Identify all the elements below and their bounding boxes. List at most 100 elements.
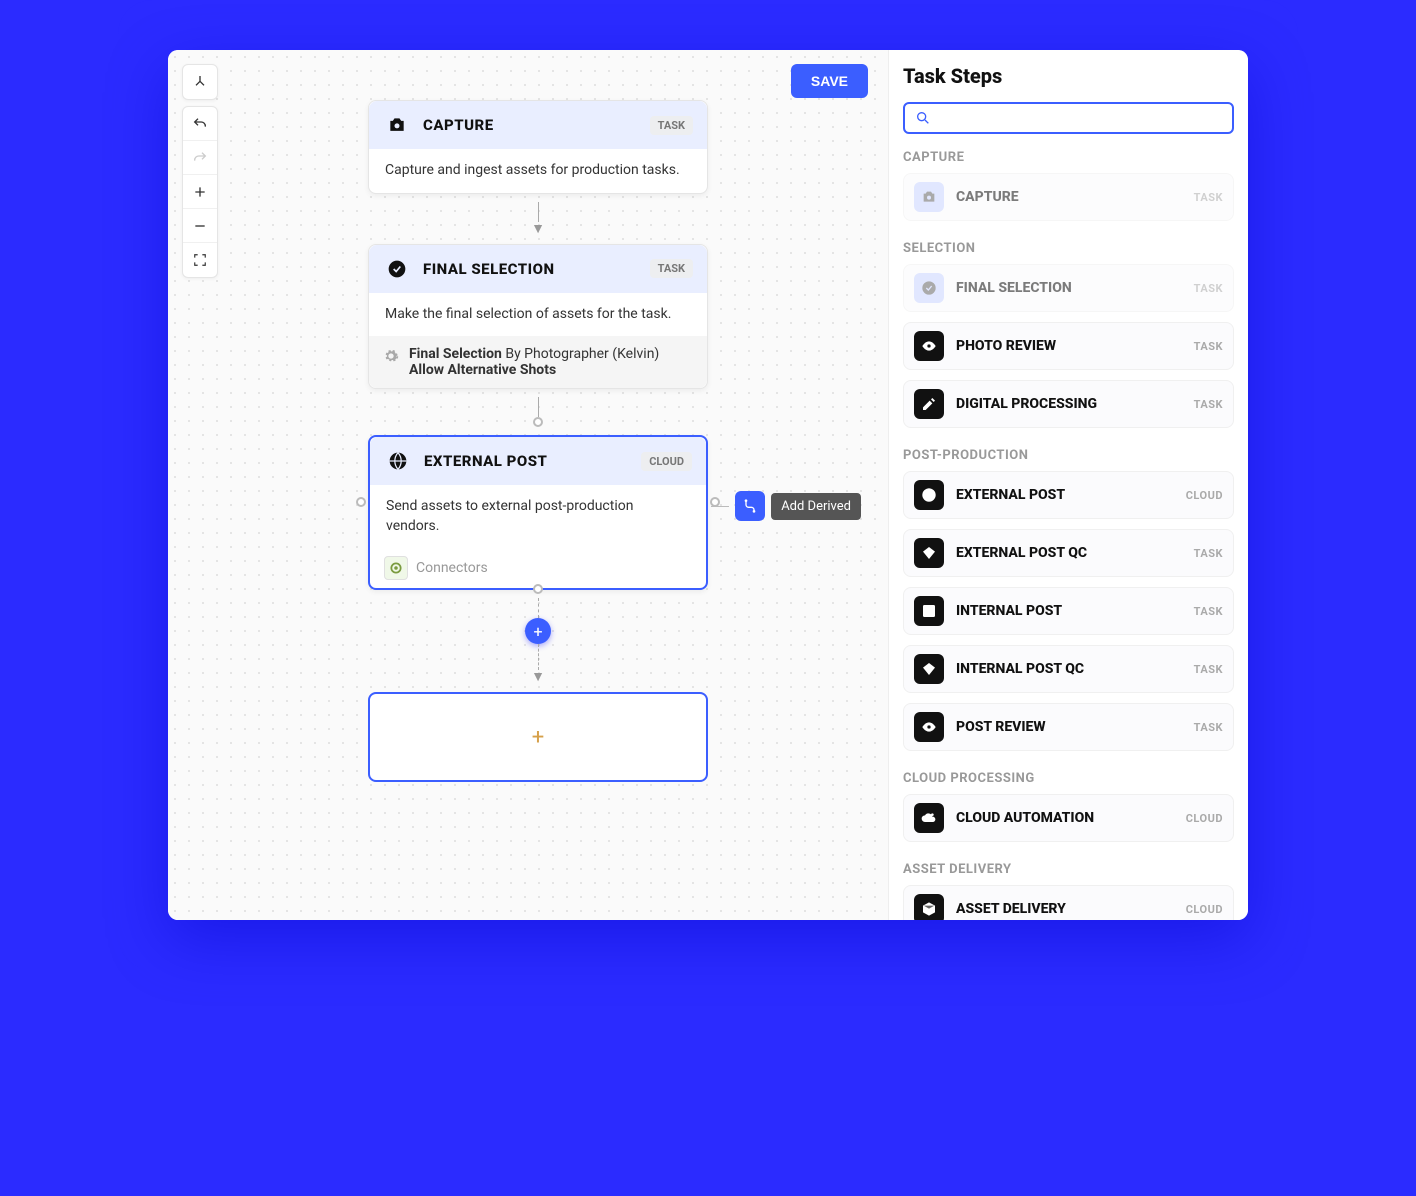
node-badge: TASK — [650, 259, 693, 278]
ps-icon: Ps — [914, 596, 944, 626]
add-derived-tooltip: Add Derived — [771, 493, 861, 520]
diamond-icon — [914, 538, 944, 568]
plus-icon: + — [532, 725, 544, 750]
branch-icon — [742, 498, 758, 514]
catalog-item[interactable]: ASSET DELIVERY CLOUD — [903, 885, 1234, 920]
search-box[interactable] — [903, 102, 1234, 134]
node-body: Make the final selection of assets for t… — [369, 293, 707, 337]
catalog-item[interactable]: EXTERNAL POST QC TASK — [903, 529, 1234, 577]
catalog-section: CAPTURE CAPTURE TASK — [903, 150, 1234, 221]
catalog-item-label: INTERNAL POST QC — [956, 661, 1182, 677]
camera-icon — [914, 182, 944, 212]
plus-icon — [192, 184, 208, 200]
catalog-item: CAPTURE TASK — [903, 173, 1234, 221]
catalog-section: CLOUD PROCESSING CLOUD AUTOMATION CLOUD — [903, 771, 1234, 842]
layout-icon — [192, 74, 208, 90]
catalog-item-badge: TASK — [1194, 547, 1223, 560]
check-circle-icon — [914, 273, 944, 303]
svg-text:Ps: Ps — [925, 608, 933, 616]
globe-icon — [914, 480, 944, 510]
edit-icon — [914, 389, 944, 419]
node-config[interactable]: Final Selection By Photographer (Kelvin)… — [369, 336, 707, 388]
expand-icon — [193, 253, 207, 267]
catalog-item-badge: TASK — [1194, 663, 1223, 676]
connector-icon — [384, 556, 408, 580]
cloud-icon — [914, 803, 944, 833]
catalog-section: ASSET DELIVERY ASSET DELIVERY CLOUD — [903, 862, 1234, 920]
catalog-section: SELECTION FINAL SELECTION TASK PHOTO REVIEW… — [903, 241, 1234, 428]
layout-button[interactable] — [183, 65, 217, 99]
node-badge: CLOUD — [641, 452, 692, 471]
sidebar: Task Steps CAPTURECAPTURETASKSELECTIONFI… — [888, 50, 1248, 920]
fit-view-button[interactable] — [183, 243, 217, 277]
catalog-item[interactable]: POST REVIEW TASK — [903, 703, 1234, 751]
undo-icon — [192, 116, 208, 132]
catalog-item[interactable]: INTERNAL POST QC TASK — [903, 645, 1234, 693]
flow-container: CAPTURE TASK Capture and ingest assets f… — [368, 100, 768, 782]
add-node-button[interactable]: + — [525, 618, 551, 644]
node-final-selection[interactable]: FINAL SELECTION TASK Make the final sele… — [368, 244, 708, 390]
eye-icon — [914, 331, 944, 361]
node-badge: TASK — [650, 116, 693, 135]
node-body: Capture and ingest assets for production… — [369, 149, 707, 193]
zoom-in-button[interactable] — [183, 175, 217, 209]
app-window: SAVE CAPTURE TASK Capture and ingest ass… — [168, 50, 1248, 920]
catalog-item-badge: TASK — [1194, 191, 1223, 204]
eye-icon — [914, 712, 944, 742]
catalog-item-label: POST REVIEW — [956, 719, 1182, 735]
globe-icon — [384, 447, 412, 475]
catalog-item-badge: CLOUD — [1186, 489, 1223, 502]
edge-add: + ▼ — [368, 590, 708, 692]
dropzone[interactable]: + — [368, 692, 708, 782]
catalog-item[interactable]: CLOUD AUTOMATION CLOUD — [903, 794, 1234, 842]
catalog-section: POST-PRODUCTIONEXTERNAL POSTCLOUDEXTERNA… — [903, 448, 1234, 751]
edge-handle[interactable] — [533, 417, 543, 427]
redo-button — [183, 141, 217, 175]
search-input[interactable] — [939, 110, 1222, 126]
node-capture[interactable]: CAPTURE TASK Capture and ingest assets f… — [368, 100, 708, 194]
box-icon — [914, 894, 944, 920]
catalog-item-badge: TASK — [1194, 282, 1223, 295]
catalog-item-label: FINAL SELECTION — [956, 280, 1182, 296]
catalog-item[interactable]: PsINTERNAL POSTTASK — [903, 587, 1234, 635]
catalog-item-label: PHOTO REVIEW — [956, 338, 1182, 354]
node-title: EXTERNAL POST — [424, 452, 629, 470]
catalog-item-label: INTERNAL POST — [956, 603, 1182, 619]
catalog-item-label: ASSET DELIVERY — [956, 901, 1174, 917]
catalog-item-label: EXTERNAL POST QC — [956, 545, 1182, 561]
catalog-section-header: CAPTURE — [903, 150, 1234, 165]
check-circle-icon — [383, 255, 411, 283]
catalog-item-label: EXTERNAL POST — [956, 487, 1174, 503]
edge — [368, 389, 708, 435]
undo-button[interactable] — [183, 107, 217, 141]
edge: ▼ — [368, 194, 708, 244]
canvas-toolbar — [182, 64, 218, 278]
catalog-item-label: CLOUD AUTOMATION — [956, 810, 1174, 826]
catalog-section-header: CLOUD PROCESSING — [903, 771, 1234, 786]
search-icon — [915, 110, 931, 126]
add-derived-button[interactable] — [735, 491, 765, 521]
catalog-item[interactable]: DIGITAL PROCESSINGTASK — [903, 380, 1234, 428]
catalog-item[interactable]: PHOTO REVIEWTASK — [903, 322, 1234, 370]
catalog-item-badge: CLOUD — [1186, 812, 1223, 825]
canvas-area[interactable]: SAVE CAPTURE TASK Capture and ingest ass… — [168, 50, 888, 920]
catalog-item-label: CAPTURE — [956, 189, 1182, 205]
catalog-section-header: SELECTION — [903, 241, 1234, 256]
catalog-item-badge: TASK — [1194, 721, 1223, 734]
catalog-item[interactable]: EXTERNAL POST CLOUD — [903, 471, 1234, 519]
diamond-icon — [914, 654, 944, 684]
zoom-out-button[interactable] — [183, 209, 217, 243]
node-body: Send assets to external post-production … — [370, 485, 706, 548]
node-connectors[interactable]: Connectors — [370, 548, 706, 588]
save-button[interactable]: SAVE — [791, 64, 868, 98]
catalog-item: FINAL SELECTION TASK — [903, 264, 1234, 312]
minus-icon — [192, 218, 208, 234]
node-external-post[interactable]: Add Derived EXTERNAL POST CLOUD Send ass… — [368, 435, 708, 590]
camera-icon — [383, 111, 411, 139]
node-title: CAPTURE — [423, 116, 638, 134]
gear-icon — [383, 348, 399, 364]
node-title: FINAL SELECTION — [423, 260, 638, 278]
catalog-item-badge: CLOUD — [1186, 903, 1223, 916]
node-handle-left[interactable] — [356, 497, 366, 507]
catalog-section-header: ASSET DELIVERY — [903, 862, 1234, 877]
